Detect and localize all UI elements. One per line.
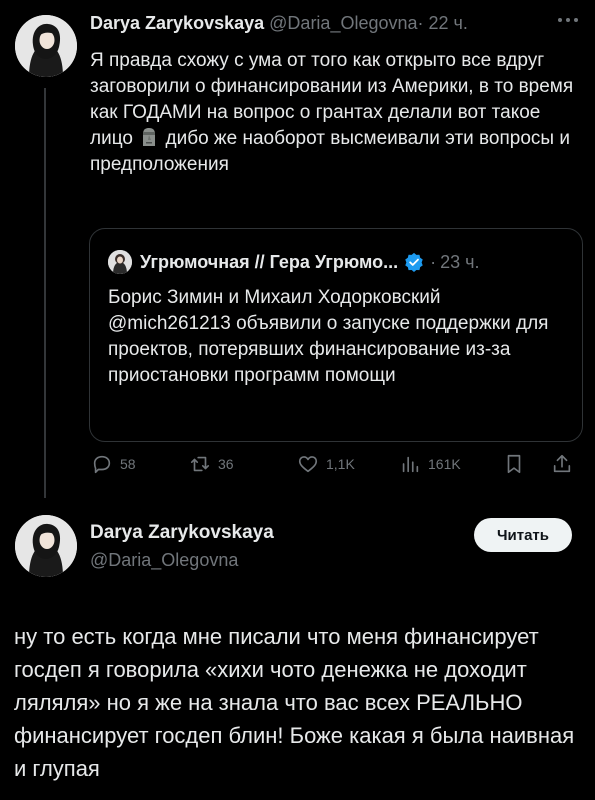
separator-dot: · [417,13,424,33]
quoted-avatar-photo [108,250,132,274]
avatar[interactable] [15,15,77,77]
views-button[interactable]: 161K [399,453,461,475]
separator-dot: · [430,251,437,272]
repost-icon [190,456,210,472]
follow-read-button[interactable]: Читать [474,518,572,552]
avatar-photo [15,515,77,577]
repost-count: 36 [218,456,234,472]
post-timestamp[interactable]: 22 ч. [429,13,468,33]
post-text-part-2: дибо же наоборот высмеивали эти вопросы … [90,128,570,175]
post-header: Darya Zarykovskaya @Daria_Olegovna· 22 ч… [90,13,468,34]
share-icon [553,454,571,473]
reply-icon [93,455,111,474]
reply-count: 58 [120,456,136,472]
quoted-post-card[interactable]: Угрюмочная // Гера Угрюмо... · 23 ч. Бор… [89,228,583,442]
quoted-post-header: Угрюмочная // Гера Угрюмо... · 23 ч. [108,250,480,274]
repost-button[interactable]: 36 [189,453,234,475]
quoted-post-text: Борис Зимин и Михаил Ходорковский @mich2… [108,287,549,386]
views-count: 161K [428,456,461,472]
like-count: 1,1K [326,456,355,472]
author-handle[interactable]: @Daria_Olegovna [90,550,274,571]
post-text: Я правда схожу с ума от того как открыто… [90,48,582,178]
moai-emoji-icon [143,128,156,146]
bookmark-button[interactable] [503,453,532,475]
share-button[interactable] [551,453,580,475]
heart-icon [298,456,318,473]
post-action-bar: 58 36 1,1K 161K [89,453,583,481]
quoted-author-avatar[interactable] [108,250,132,274]
post-text: ну то есть когда мне писали что меня фин… [14,624,575,781]
author-handle[interactable]: @Daria_Olegovna [269,13,417,33]
like-button[interactable]: 1,1K [297,453,355,475]
avatar[interactable] [15,515,77,577]
more-options-icon[interactable] [555,12,581,28]
thread-connector-line [44,88,46,498]
quoted-author-name[interactable]: Угрюмочная // Гера Угрюмо... [140,252,398,273]
analytics-bar-icon [402,456,419,473]
bookmark-icon [507,454,521,474]
reply-button[interactable]: 58 [91,453,136,475]
quoted-post-timestamp[interactable]: 23 ч. [440,252,479,273]
author-name[interactable]: Darya Zarykovskaya [90,13,264,33]
author-name[interactable]: Darya Zarykovskaya [90,522,274,544]
verified-badge-icon [405,252,423,272]
avatar-photo [15,15,77,77]
post-header: Darya Zarykovskaya @Daria_Olegovna [90,522,274,571]
